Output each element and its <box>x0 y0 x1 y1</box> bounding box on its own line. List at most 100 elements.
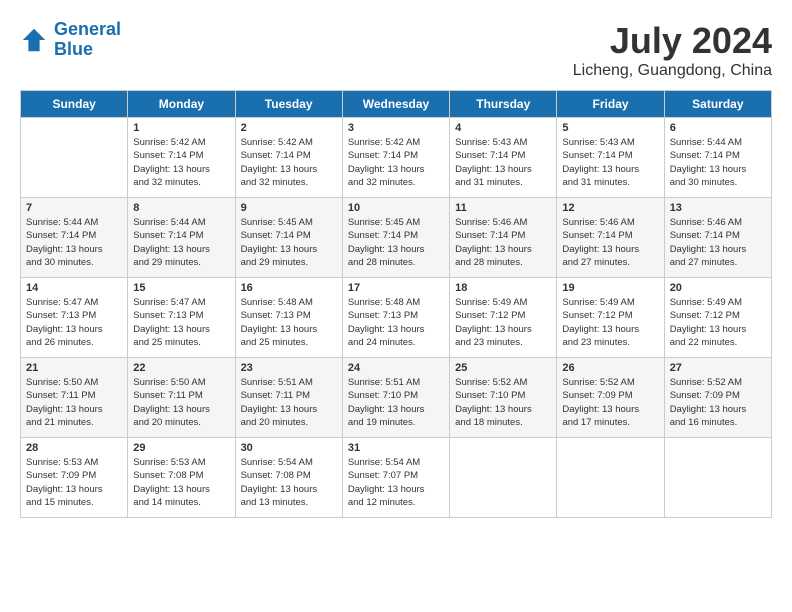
day-info: Sunrise: 5:46 AMSunset: 7:14 PMDaylight:… <box>670 216 766 269</box>
calendar-cell: 27 Sunrise: 5:52 AMSunset: 7:09 PMDayligh… <box>664 358 771 438</box>
day-info: Sunrise: 5:44 AMSunset: 7:14 PMDaylight:… <box>26 216 122 269</box>
day-number: 30 <box>241 442 337 454</box>
day-number: 31 <box>348 442 444 454</box>
day-info: Sunrise: 5:54 AMSunset: 7:07 PMDaylight:… <box>348 456 444 509</box>
day-number: 21 <box>26 362 122 374</box>
calendar-cell: 4 Sunrise: 5:43 AMSunset: 7:14 PMDaylight… <box>450 118 557 198</box>
calendar-cell: 30 Sunrise: 5:54 AMSunset: 7:08 PMDayligh… <box>235 438 342 518</box>
day-info: Sunrise: 5:52 AMSunset: 7:09 PMDaylight:… <box>562 376 658 429</box>
day-info: Sunrise: 5:51 AMSunset: 7:10 PMDaylight:… <box>348 376 444 429</box>
day-info: Sunrise: 5:43 AMSunset: 7:14 PMDaylight:… <box>562 136 658 189</box>
week-row-2: 7 Sunrise: 5:44 AMSunset: 7:14 PMDaylight… <box>21 198 772 278</box>
calendar-cell: 26 Sunrise: 5:52 AMSunset: 7:09 PMDayligh… <box>557 358 664 438</box>
day-info: Sunrise: 5:48 AMSunset: 7:13 PMDaylight:… <box>348 296 444 349</box>
day-info: Sunrise: 5:49 AMSunset: 7:12 PMDaylight:… <box>455 296 551 349</box>
logo-text: GeneralBlue <box>54 20 121 60</box>
day-number: 24 <box>348 362 444 374</box>
day-info: Sunrise: 5:49 AMSunset: 7:12 PMDaylight:… <box>562 296 658 349</box>
day-number: 12 <box>562 202 658 214</box>
day-number: 6 <box>670 122 766 134</box>
day-number: 13 <box>670 202 766 214</box>
day-number: 5 <box>562 122 658 134</box>
day-number: 27 <box>670 362 766 374</box>
calendar-cell: 18 Sunrise: 5:49 AMSunset: 7:12 PMDayligh… <box>450 278 557 358</box>
title-area: July 2024 Licheng, Guangdong, China <box>573 20 772 80</box>
day-info: Sunrise: 5:47 AMSunset: 7:13 PMDaylight:… <box>26 296 122 349</box>
logo: GeneralBlue <box>20 20 121 60</box>
day-info: Sunrise: 5:53 AMSunset: 7:08 PMDaylight:… <box>133 456 229 509</box>
day-info: Sunrise: 5:44 AMSunset: 7:14 PMDaylight:… <box>133 216 229 269</box>
week-row-3: 14Sunrise: 5:47 AMSunset: 7:13 PMDayligh… <box>21 278 772 358</box>
calendar-cell: 19 Sunrise: 5:49 AMSunset: 7:12 PMDayligh… <box>557 278 664 358</box>
calendar-cell: 16 Sunrise: 5:48 AMSunset: 7:13 PMDayligh… <box>235 278 342 358</box>
day-info: Sunrise: 5:52 AMSunset: 7:09 PMDaylight:… <box>670 376 766 429</box>
weekday-header-monday: Monday <box>128 91 235 118</box>
day-number: 18 <box>455 282 551 294</box>
calendar-cell: 3 Sunrise: 5:42 AMSunset: 7:14 PMDaylight… <box>342 118 449 198</box>
week-row-1: 1Sunrise: 5:42 AMSunset: 7:14 PMDaylight… <box>21 118 772 198</box>
calendar-cell: 1Sunrise: 5:42 AMSunset: 7:14 PMDaylight… <box>128 118 235 198</box>
month-year: July 2024 <box>573 20 772 62</box>
day-info: Sunrise: 5:44 AMSunset: 7:14 PMDaylight:… <box>670 136 766 189</box>
weekday-header-tuesday: Tuesday <box>235 91 342 118</box>
calendar-cell <box>557 438 664 518</box>
day-number: 23 <box>241 362 337 374</box>
calendar-cell: 12Sunrise: 5:46 AMSunset: 7:14 PMDayligh… <box>557 198 664 278</box>
calendar-cell: 10Sunrise: 5:45 AMSunset: 7:14 PMDayligh… <box>342 198 449 278</box>
day-number: 26 <box>562 362 658 374</box>
calendar-cell: 7 Sunrise: 5:44 AMSunset: 7:14 PMDaylight… <box>21 198 128 278</box>
day-info: Sunrise: 5:46 AMSunset: 7:14 PMDaylight:… <box>455 216 551 269</box>
day-number: 4 <box>455 122 551 134</box>
calendar-cell: 21Sunrise: 5:50 AMSunset: 7:11 PMDayligh… <box>21 358 128 438</box>
calendar-cell: 17 Sunrise: 5:48 AMSunset: 7:13 PMDayligh… <box>342 278 449 358</box>
calendar-cell: 6 Sunrise: 5:44 AMSunset: 7:14 PMDaylight… <box>664 118 771 198</box>
weekday-header-saturday: Saturday <box>664 91 771 118</box>
day-info: Sunrise: 5:47 AMSunset: 7:13 PMDaylight:… <box>133 296 229 349</box>
calendar-cell: 11 Sunrise: 5:46 AMSunset: 7:14 PMDayligh… <box>450 198 557 278</box>
location: Licheng, Guangdong, China <box>573 62 772 80</box>
day-number: 17 <box>348 282 444 294</box>
day-number: 3 <box>348 122 444 134</box>
day-number: 2 <box>241 122 337 134</box>
day-number: 8 <box>133 202 229 214</box>
day-info: Sunrise: 5:49 AMSunset: 7:12 PMDaylight:… <box>670 296 766 349</box>
day-info: Sunrise: 5:43 AMSunset: 7:14 PMDaylight:… <box>455 136 551 189</box>
calendar-cell: 24 Sunrise: 5:51 AMSunset: 7:10 PMDayligh… <box>342 358 449 438</box>
day-info: Sunrise: 5:42 AMSunset: 7:14 PMDaylight:… <box>348 136 444 189</box>
calendar-cell: 29Sunrise: 5:53 AMSunset: 7:08 PMDayligh… <box>128 438 235 518</box>
weekday-header-row: SundayMondayTuesdayWednesdayThursdayFrid… <box>21 91 772 118</box>
weekday-header-sunday: Sunday <box>21 91 128 118</box>
calendar-cell: 22Sunrise: 5:50 AMSunset: 7:11 PMDayligh… <box>128 358 235 438</box>
day-number: 25 <box>455 362 551 374</box>
calendar-table: SundayMondayTuesdayWednesdayThursdayFrid… <box>20 90 772 518</box>
day-info: Sunrise: 5:42 AMSunset: 7:14 PMDaylight:… <box>241 136 337 189</box>
day-info: Sunrise: 5:54 AMSunset: 7:08 PMDaylight:… <box>241 456 337 509</box>
day-info: Sunrise: 5:50 AMSunset: 7:11 PMDaylight:… <box>133 376 229 429</box>
calendar-body: 1Sunrise: 5:42 AMSunset: 7:14 PMDaylight… <box>21 118 772 518</box>
day-number: 20 <box>670 282 766 294</box>
header: GeneralBlue July 2024 Licheng, Guangdong… <box>20 20 772 80</box>
calendar-cell: 15 Sunrise: 5:47 AMSunset: 7:13 PMDayligh… <box>128 278 235 358</box>
day-number: 19 <box>562 282 658 294</box>
calendar-cell: 14Sunrise: 5:47 AMSunset: 7:13 PMDayligh… <box>21 278 128 358</box>
day-info: Sunrise: 5:51 AMSunset: 7:11 PMDaylight:… <box>241 376 337 429</box>
day-number: 28 <box>26 442 122 454</box>
day-number: 10 <box>348 202 444 214</box>
logo-icon <box>20 26 48 54</box>
day-number: 7 <box>26 202 122 214</box>
calendar-cell: 2 Sunrise: 5:42 AMSunset: 7:14 PMDaylight… <box>235 118 342 198</box>
day-number: 16 <box>241 282 337 294</box>
week-row-4: 21 Sunrise: 5:50 AMSunset: 7:11 PMDayligh… <box>21 358 772 438</box>
calendar-cell: 8 Sunrise: 5:44 AMSunset: 7:14 PMDaylight… <box>128 198 235 278</box>
day-number: 15 <box>133 282 229 294</box>
calendar-cell: 9Sunrise: 5:45 AMSunset: 7:14 PMDaylight… <box>235 198 342 278</box>
day-info: Sunrise: 5:42 AMSunset: 7:14 PMDaylight:… <box>133 136 229 189</box>
calendar-cell: 31 Sunrise: 5:54 AMSunset: 7:07 PMDayligh… <box>342 438 449 518</box>
day-info: Sunrise: 5:52 AMSunset: 7:10 PMDaylight:… <box>455 376 551 429</box>
day-number: 9 <box>241 202 337 214</box>
weekday-header-friday: Friday <box>557 91 664 118</box>
day-info: Sunrise: 5:48 AMSunset: 7:13 PMDaylight:… <box>241 296 337 349</box>
day-number: 11 <box>455 202 551 214</box>
calendar-cell: 23 Sunrise: 5:51 AMSunset: 7:11 PMDayligh… <box>235 358 342 438</box>
weekday-header-thursday: Thursday <box>450 91 557 118</box>
